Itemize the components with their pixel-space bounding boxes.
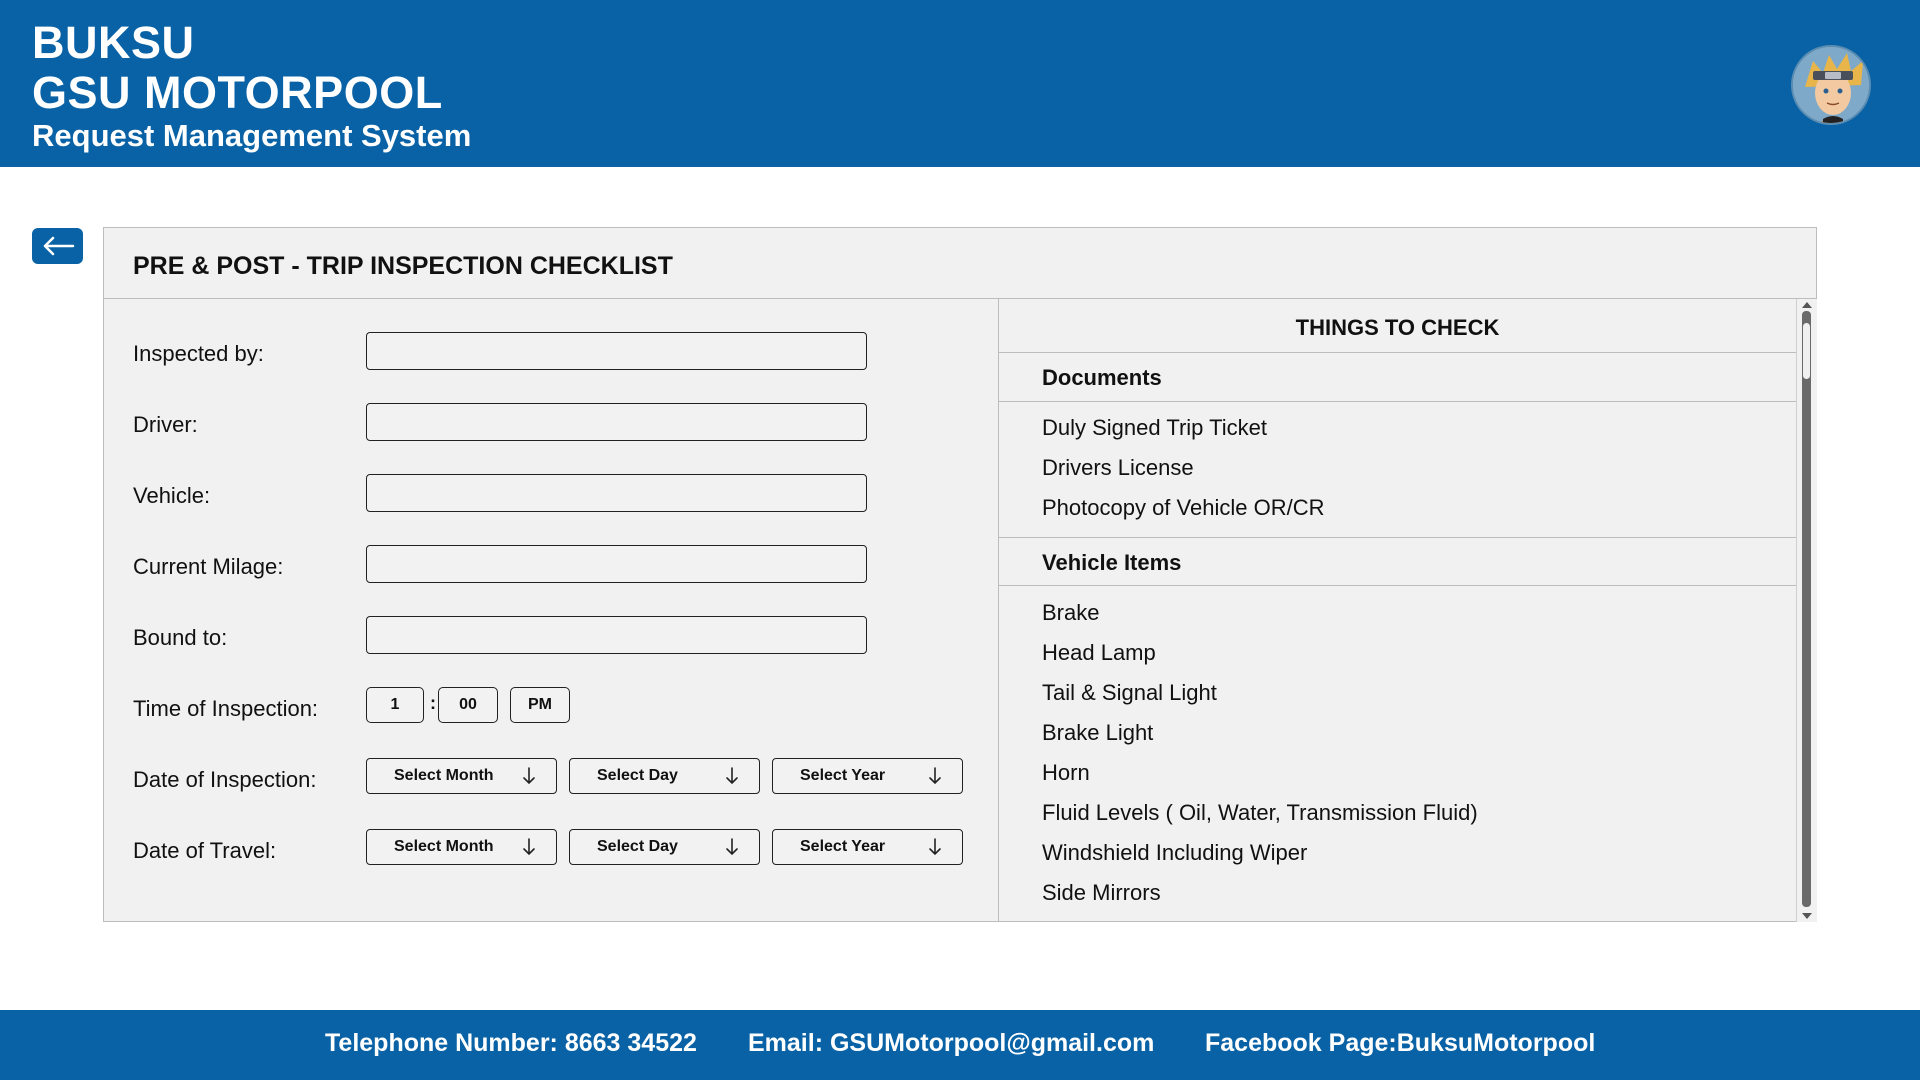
list-item: Head Lamp	[1042, 640, 1156, 665]
date-of-inspection-label: Date of Inspection:	[133, 767, 317, 792]
current-milage-label: Current Milage:	[133, 554, 284, 579]
vehicle-input[interactable]	[366, 474, 867, 512]
bound-to-input[interactable]	[366, 616, 867, 654]
time-separator: :	[430, 693, 436, 713]
arrow-left-icon	[43, 236, 74, 256]
travel-month-select[interactable]: Select Month	[366, 829, 557, 865]
arrow-down-icon	[726, 767, 738, 785]
inspection-day-select[interactable]: Select Day	[569, 758, 760, 794]
select-label: Select Year	[800, 838, 886, 855]
brand-title: GSU MOTORPOOL	[32, 67, 443, 118]
vehicle-label: Vehicle:	[133, 483, 211, 508]
select-label: Select Day	[597, 767, 678, 784]
ampm-toggle[interactable]: PM	[510, 687, 570, 723]
current-milage-input[interactable]	[366, 545, 867, 583]
list-item: Brake Light	[1042, 720, 1154, 745]
list-item: Fluid Levels ( Oil, Water, Transmission …	[1042, 800, 1478, 825]
footer-email[interactable]: Email: GSUMotorpool@gmail.com	[748, 1029, 1154, 1058]
inspected-by-input[interactable]	[366, 332, 867, 370]
brand-subtitle: Request Management System	[32, 118, 472, 153]
select-label: Select Month	[394, 767, 494, 784]
inspected-by-label: Inspected by:	[133, 341, 264, 366]
travel-day-select[interactable]: Select Day	[569, 829, 760, 865]
inspection-month-select[interactable]: Select Month	[366, 758, 557, 794]
scroll-thumb[interactable]	[1803, 323, 1810, 379]
user-avatar-icon[interactable]	[1791, 45, 1871, 125]
list-item: Windshield Including Wiper	[1042, 840, 1308, 865]
footer-telephone: Telephone Number: 8663 34522	[325, 1029, 697, 1057]
back-button[interactable]	[32, 228, 83, 264]
section-documents-title: Documents	[999, 353, 1796, 402]
app-header: BUKSU GSU MOTORPOOL Request Management S…	[0, 0, 1920, 167]
list-item: Tail & Signal Light	[1042, 680, 1217, 705]
inspection-panel: PRE & POST - TRIP INSPECTION CHECKLIST I…	[103, 227, 1817, 922]
list-item: Horn	[1042, 760, 1090, 785]
scroll-up-icon[interactable]	[1802, 302, 1812, 308]
footer-facebook[interactable]: Facebook Page:BuksuMotorpool	[1205, 1029, 1595, 1058]
arrow-down-icon	[929, 838, 941, 856]
travel-year-select[interactable]: Select Year	[772, 829, 963, 865]
page-title: PRE & POST - TRIP INSPECTION CHECKLIST	[133, 252, 673, 280]
arrow-down-icon	[523, 767, 535, 785]
list-item: Brake	[1042, 600, 1100, 625]
inspection-year-select[interactable]: Select Year	[772, 758, 963, 794]
driver-input[interactable]	[366, 403, 867, 441]
brand: BUKSU GSU MOTORPOOL Request Management S…	[32, 18, 471, 154]
arrow-down-icon	[726, 838, 738, 856]
app-footer: Telephone Number: 8663 34522 Email: GSUM…	[0, 1010, 1920, 1080]
list-item: Drivers License	[1042, 455, 1194, 480]
time-of-inspection-label: Time of Inspection:	[133, 696, 319, 721]
checklist-header: THINGS TO CHECK	[999, 299, 1796, 353]
checklist-scrollbar[interactable]	[1796, 299, 1817, 922]
panel-header: PRE & POST - TRIP INSPECTION CHECKLIST	[104, 228, 1816, 299]
minute-input[interactable]: 00	[438, 687, 498, 723]
things-to-check-list[interactable]: THINGS TO CHECK Documents Duly Signed Tr…	[999, 299, 1796, 922]
scroll-down-icon[interactable]	[1802, 913, 1812, 919]
list-item: Side Mirrors	[1042, 880, 1161, 905]
select-label: Select Day	[597, 838, 678, 855]
section-vehicle-items-title: Vehicle Items	[999, 537, 1796, 586]
arrow-down-icon	[523, 838, 535, 856]
brand-name: BUKSU	[32, 17, 195, 68]
arrow-down-icon	[929, 767, 941, 785]
hour-input[interactable]: 1	[366, 687, 424, 723]
date-of-travel-label: Date of Travel:	[133, 838, 277, 863]
list-item: Duly Signed Trip Ticket	[1042, 415, 1267, 440]
select-label: Select Year	[800, 767, 886, 784]
inspection-form: Inspected by: Driver: Vehicle: Current M…	[104, 299, 999, 922]
bound-to-label: Bound to:	[133, 625, 228, 650]
select-label: Select Month	[394, 838, 494, 855]
list-item: Photocopy of Vehicle OR/CR	[1042, 495, 1325, 520]
driver-label: Driver:	[133, 412, 198, 437]
scroll-track[interactable]	[1802, 311, 1811, 907]
checklist-heading: THINGS TO CHECK	[1295, 315, 1500, 340]
